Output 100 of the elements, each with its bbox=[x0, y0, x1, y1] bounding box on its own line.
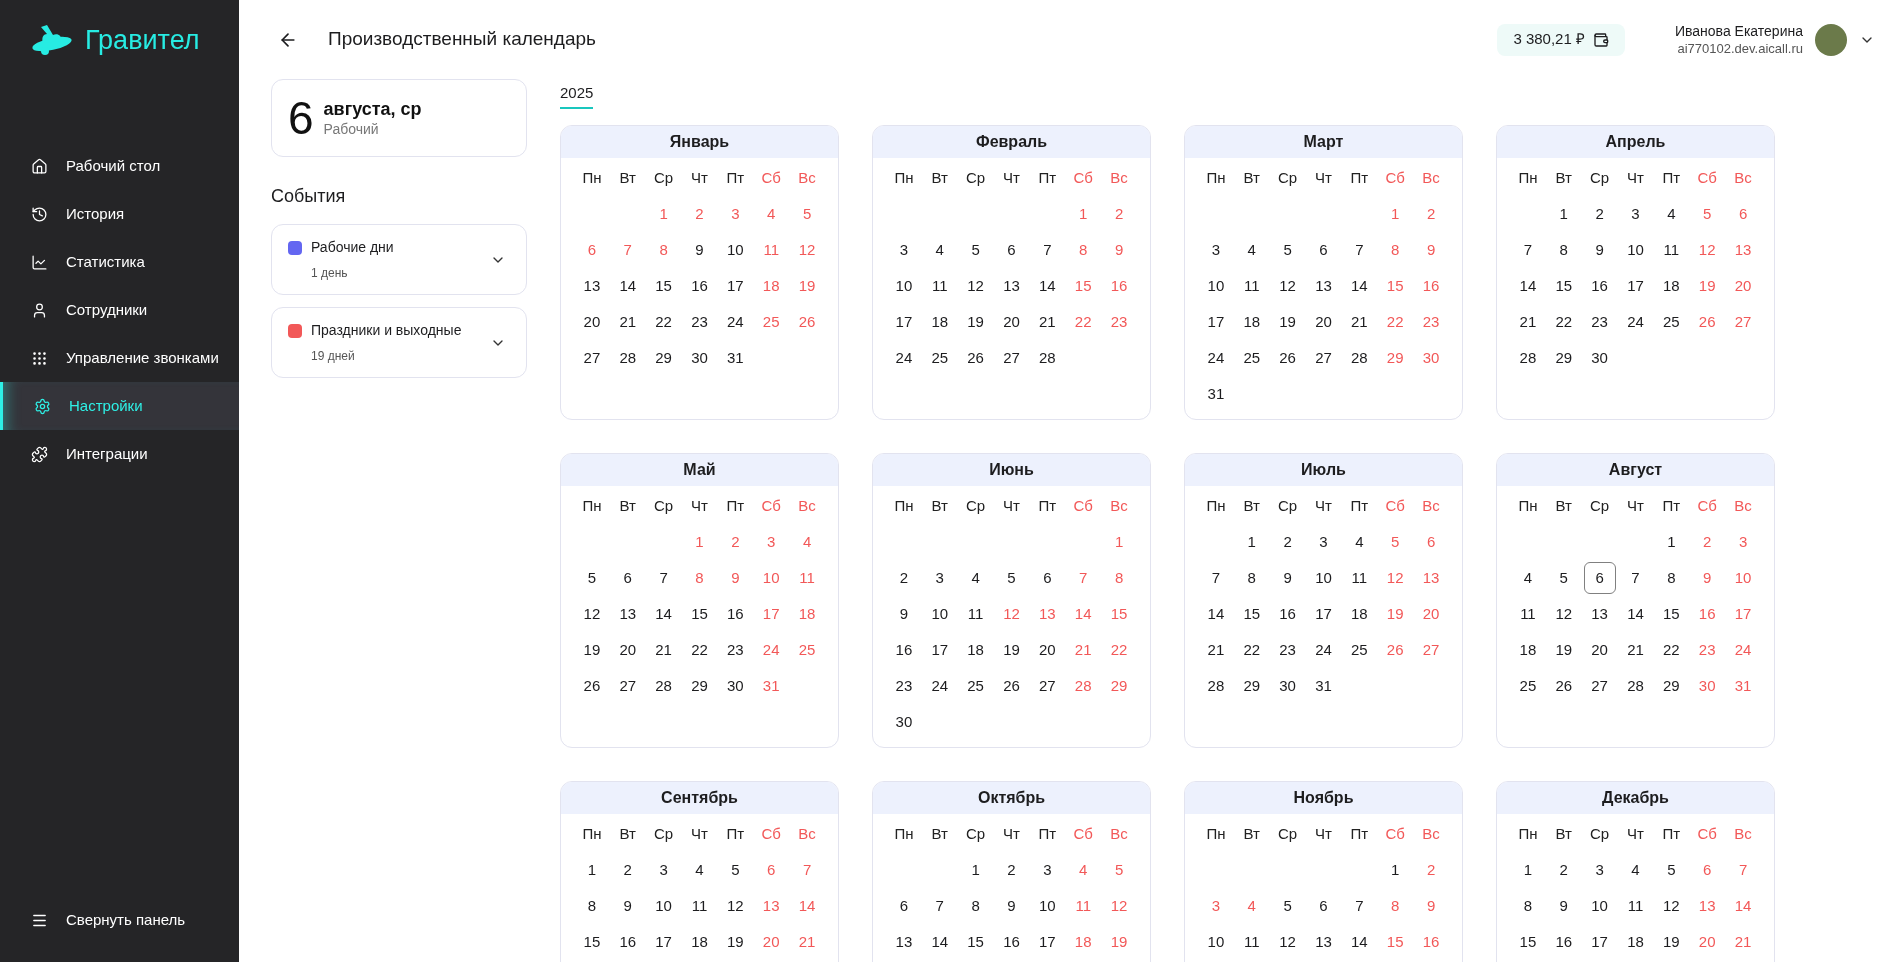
calendar-day[interactable]: 12 bbox=[1271, 270, 1304, 302]
calendar-day[interactable]: 12 bbox=[1547, 598, 1580, 630]
calendar-day[interactable]: 10 bbox=[887, 270, 920, 302]
calendar-day[interactable]: 14 bbox=[1343, 270, 1376, 302]
calendar-day[interactable]: 21 bbox=[647, 634, 680, 666]
calendar-day[interactable]: 9 bbox=[1547, 890, 1580, 922]
event-group[interactable]: Рабочие дни 1 день bbox=[271, 224, 527, 295]
calendar-day[interactable]: 18 bbox=[923, 306, 956, 338]
calendar-day[interactable]: 5 bbox=[1547, 562, 1580, 594]
calendar-day[interactable]: 9 bbox=[887, 598, 920, 630]
calendar-day[interactable]: 21 bbox=[1199, 634, 1232, 666]
calendar-day[interactable]: 7 bbox=[1199, 562, 1232, 594]
calendar-day[interactable]: 17 bbox=[719, 270, 752, 302]
calendar-day[interactable]: 16 bbox=[1547, 926, 1580, 958]
calendar-day[interactable]: 14 bbox=[1199, 598, 1232, 630]
calendar-day[interactable]: 22 bbox=[1235, 634, 1268, 666]
calendar-day[interactable]: 10 bbox=[923, 598, 956, 630]
calendar-day[interactable]: 13 bbox=[887, 926, 920, 958]
calendar-day[interactable]: 7 bbox=[923, 890, 956, 922]
calendar-day[interactable]: 12 bbox=[1655, 890, 1688, 922]
calendar-day[interactable]: 16 bbox=[1583, 270, 1616, 302]
calendar-day[interactable]: 24 bbox=[1199, 342, 1232, 374]
calendar-day[interactable]: 15 bbox=[575, 926, 608, 958]
sidebar-item[interactable]: Настройки bbox=[0, 382, 239, 430]
calendar-day[interactable]: 25 bbox=[1343, 634, 1376, 666]
calendar-day[interactable]: 30 bbox=[719, 670, 752, 702]
calendar-day[interactable]: 21 bbox=[1343, 306, 1376, 338]
calendar-day[interactable]: 14 bbox=[647, 598, 680, 630]
calendar-day[interactable]: 19 bbox=[995, 634, 1028, 666]
calendar-day[interactable]: 6 bbox=[1307, 890, 1340, 922]
sidebar-item[interactable]: Интеграции bbox=[0, 430, 239, 478]
calendar-day[interactable]: 8 bbox=[1235, 562, 1268, 594]
calendar-day[interactable]: 13 bbox=[611, 598, 644, 630]
calendar-day[interactable]: 27 bbox=[1031, 670, 1064, 702]
calendar-day[interactable]: 10 bbox=[1031, 890, 1064, 922]
calendar-day[interactable]: 4 bbox=[1343, 526, 1376, 558]
calendar-day[interactable]: 5 bbox=[1655, 854, 1688, 886]
calendar-day[interactable]: 3 bbox=[1307, 526, 1340, 558]
calendar-day[interactable]: 1 bbox=[1547, 198, 1580, 230]
calendar-day[interactable]: 5 bbox=[959, 234, 992, 266]
calendar-day[interactable]: 5 bbox=[1271, 234, 1304, 266]
calendar-day[interactable]: 23 bbox=[1583, 306, 1616, 338]
calendar-day[interactable]: 14 bbox=[1619, 598, 1652, 630]
calendar-day[interactable]: 10 bbox=[719, 234, 752, 266]
calendar-day[interactable]: 3 bbox=[887, 234, 920, 266]
calendar-day[interactable]: 13 bbox=[1583, 598, 1616, 630]
calendar-day[interactable]: 12 bbox=[719, 890, 752, 922]
calendar-day[interactable]: 10 bbox=[1199, 270, 1232, 302]
calendar-day[interactable]: 21 bbox=[1031, 306, 1064, 338]
calendar-day[interactable]: 19 bbox=[719, 926, 752, 958]
calendar-day[interactable]: 15 bbox=[1511, 926, 1544, 958]
calendar-day[interactable]: 21 bbox=[1511, 306, 1544, 338]
calendar-day[interactable]: 7 bbox=[647, 562, 680, 594]
calendar-day[interactable]: 9 bbox=[1583, 234, 1616, 266]
calendar-day[interactable]: 4 bbox=[683, 854, 716, 886]
calendar-day[interactable]: 9 bbox=[995, 890, 1028, 922]
calendar-day[interactable]: 15 bbox=[683, 598, 716, 630]
calendar-day[interactable]: 29 bbox=[1547, 342, 1580, 374]
calendar-day[interactable]: 2 bbox=[887, 562, 920, 594]
calendar-day[interactable]: 11 bbox=[923, 270, 956, 302]
calendar-day[interactable]: 6 bbox=[995, 234, 1028, 266]
calendar-day[interactable]: 6 bbox=[887, 890, 920, 922]
calendar-day[interactable]: 18 bbox=[1235, 306, 1268, 338]
calendar-day[interactable]: 24 bbox=[923, 670, 956, 702]
sidebar-item[interactable]: Рабочий стол bbox=[0, 142, 239, 190]
calendar-day[interactable]: 12 bbox=[1271, 926, 1304, 958]
calendar-day[interactable]: 25 bbox=[959, 670, 992, 702]
calendar-day[interactable]: 7 bbox=[1343, 234, 1376, 266]
calendar-day[interactable]: 9 bbox=[683, 234, 716, 266]
calendar-day[interactable]: 4 bbox=[923, 234, 956, 266]
calendar-day[interactable]: 10 bbox=[1199, 926, 1232, 958]
calendar-day[interactable]: 28 bbox=[1343, 342, 1376, 374]
calendar-day[interactable]: 1 bbox=[575, 854, 608, 886]
calendar-day[interactable]: 2 bbox=[1547, 854, 1580, 886]
event-group[interactable]: Праздники и выходные 19 дней bbox=[271, 307, 527, 378]
calendar-day[interactable]: 30 bbox=[887, 706, 920, 738]
calendar-day[interactable]: 29 bbox=[683, 670, 716, 702]
calendar-day[interactable]: 8 bbox=[959, 890, 992, 922]
calendar-day[interactable]: 28 bbox=[647, 670, 680, 702]
calendar-day[interactable]: 9 bbox=[1271, 562, 1304, 594]
calendar-day[interactable]: 11 bbox=[1343, 562, 1376, 594]
calendar-day[interactable]: 16 bbox=[1271, 598, 1304, 630]
calendar-day[interactable]: 10 bbox=[1583, 890, 1616, 922]
calendar-day[interactable]: 8 bbox=[1547, 234, 1580, 266]
calendar-day[interactable]: 6 bbox=[1307, 234, 1340, 266]
calendar-day[interactable]: 19 bbox=[1547, 634, 1580, 666]
calendar-day[interactable]: 15 bbox=[647, 270, 680, 302]
calendar-day[interactable]: 14 bbox=[1511, 270, 1544, 302]
calendar-day[interactable]: 12 bbox=[575, 598, 608, 630]
calendar-day[interactable]: 5 bbox=[1271, 890, 1304, 922]
calendar-day[interactable]: 1 bbox=[1511, 854, 1544, 886]
calendar-day[interactable]: 13 bbox=[1307, 270, 1340, 302]
calendar-day[interactable]: 11 bbox=[1235, 926, 1268, 958]
calendar-day[interactable]: 23 bbox=[887, 670, 920, 702]
calendar-day[interactable]: 29 bbox=[1655, 670, 1688, 702]
calendar-day[interactable]: 20 bbox=[1307, 306, 1340, 338]
calendar-day[interactable]: 17 bbox=[1199, 306, 1232, 338]
calendar-day[interactable]: 2 bbox=[995, 854, 1028, 886]
calendar-day[interactable]: 28 bbox=[1619, 670, 1652, 702]
calendar-day[interactable]: 17 bbox=[1583, 926, 1616, 958]
